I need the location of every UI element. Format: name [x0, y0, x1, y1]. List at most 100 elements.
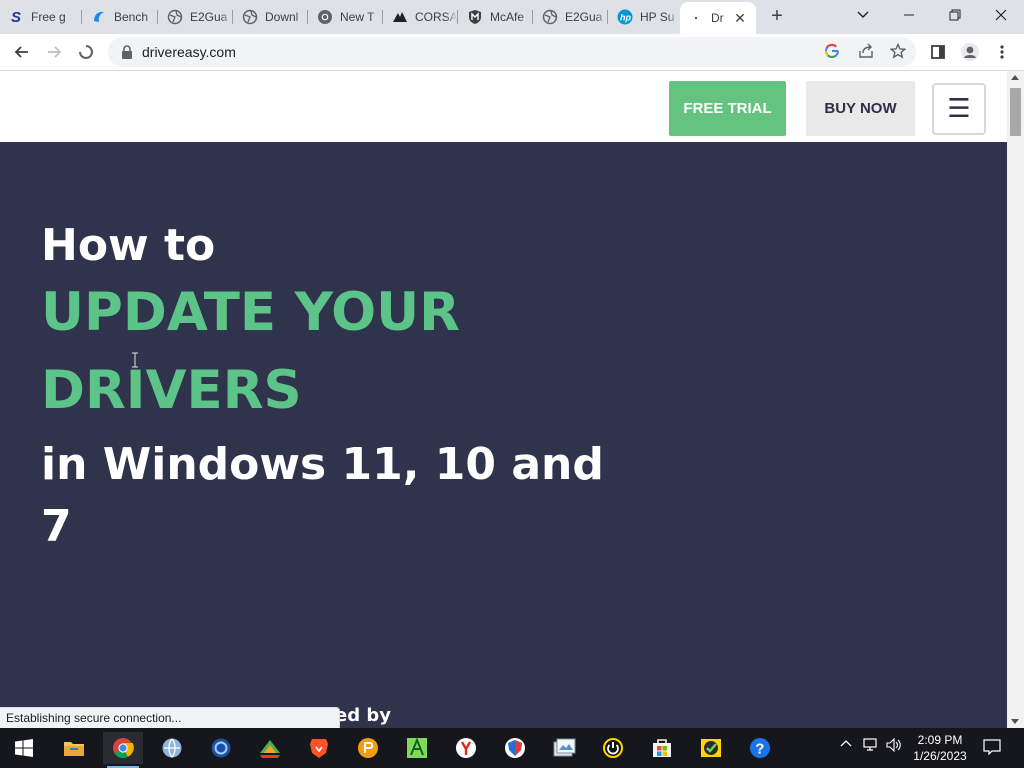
help-icon: ?	[750, 738, 770, 758]
tab-active-drivereasy[interactable]: Dr ✕	[680, 2, 756, 34]
more-vert-icon	[1000, 45, 1004, 59]
taskbar-app-gallery[interactable]	[544, 732, 584, 764]
benchmark-icon	[91, 9, 107, 25]
scroll-up-arrow-icon[interactable]	[1011, 75, 1019, 80]
tab-separator	[81, 10, 82, 24]
clock-date: 1/26/2023	[913, 749, 967, 763]
taskbar-app-globe[interactable]	[152, 732, 192, 764]
yandex-icon	[456, 738, 476, 758]
side-panel-button[interactable]	[925, 39, 951, 65]
arrow-left-icon	[14, 46, 28, 58]
tab-title: E2Gua	[565, 10, 603, 24]
status-bubble: Establishing secure connection...	[0, 707, 340, 728]
tab-title: Dr	[711, 11, 724, 25]
tab-separator	[532, 10, 533, 24]
google-lens-icon[interactable]	[824, 43, 840, 64]
buy-now-button[interactable]: BUY NOW	[806, 81, 915, 136]
taskbar-app-orange[interactable]	[348, 732, 388, 764]
tab-close-icon[interactable]: ✕	[732, 10, 748, 26]
taskbar-chrome[interactable]	[103, 732, 143, 768]
taskbar-microsoft-store[interactable]	[642, 732, 682, 764]
tab-title: Bench	[114, 10, 149, 24]
close-window-button[interactable]	[978, 0, 1024, 30]
hero-subtext-partial: ed by	[335, 705, 391, 726]
hp-icon: hp	[617, 9, 633, 25]
tab-title: CORSA	[415, 10, 458, 24]
windows-taskbar: ? 2:09 PM 1/26/2023	[0, 728, 1024, 768]
chevron-down-icon	[857, 11, 869, 18]
sync-app-icon	[211, 738, 231, 758]
tab-7[interactable]: McAfe	[459, 4, 533, 30]
windows-logo-icon	[15, 739, 33, 757]
taskbar-help[interactable]: ?	[740, 732, 780, 764]
taskbar-yandex[interactable]	[446, 732, 486, 764]
tab-4[interactable]: Downl	[234, 4, 308, 30]
taskbar-file-explorer[interactable]	[54, 732, 94, 764]
url-text: drivereasy.com	[142, 44, 236, 60]
taskbar-app-sync[interactable]	[201, 732, 241, 764]
taskbar-app-power[interactable]	[593, 732, 633, 764]
notifications-icon[interactable]	[983, 739, 1001, 758]
close-icon	[995, 9, 1007, 21]
tab-title: Downl	[265, 10, 299, 24]
tab-5[interactable]: New T	[309, 4, 383, 30]
globe-icon	[542, 9, 558, 25]
hero-section: How to UPDATE YOUR DRIVERS in Windows 11…	[0, 142, 1007, 728]
hamburger-menu-button[interactable]: ☰	[932, 83, 986, 135]
globe-app-icon	[162, 738, 182, 758]
tab-1[interactable]: S Free g	[0, 4, 82, 30]
tab-9[interactable]: hp HP Su	[609, 4, 679, 30]
scroll-down-arrow-icon[interactable]	[1011, 719, 1019, 724]
stop-loading-button[interactable]	[73, 39, 99, 65]
taskbar-brave[interactable]	[299, 732, 339, 764]
chrome-icon	[113, 738, 134, 759]
hero-heading-highlight-2: DRIVERS	[41, 360, 302, 421]
forward-button[interactable]	[41, 39, 67, 65]
tab-8[interactable]: E2Gua	[534, 4, 608, 30]
avatar-icon	[961, 43, 979, 61]
loading-icon	[688, 10, 704, 26]
show-hidden-icons-chevron-icon[interactable]	[840, 738, 852, 753]
tab-separator	[307, 10, 308, 24]
bookmark-star-icon[interactable]	[889, 42, 907, 64]
tab-title: HP Su	[640, 10, 675, 24]
globe-icon	[167, 9, 183, 25]
folder-icon	[64, 742, 84, 756]
scrollbar-thumb[interactable]	[1010, 88, 1021, 136]
free-trial-button[interactable]: FREE TRIAL	[669, 81, 786, 136]
hero-heading-line-5: 7	[41, 501, 72, 552]
lock-icon	[120, 44, 134, 60]
address-bar[interactable]: drivereasy.com	[108, 37, 916, 67]
taskbar-browser-blue[interactable]	[495, 732, 535, 764]
profile-button[interactable]	[957, 39, 983, 65]
globe-icon	[242, 9, 258, 25]
tab-3[interactable]: E2Gua	[159, 4, 233, 30]
tab-title: New T	[340, 10, 375, 24]
new-tab-button[interactable]: +	[766, 6, 788, 28]
power-app-icon	[603, 738, 623, 758]
share-icon[interactable]	[858, 43, 874, 64]
taskbar-driver-easy[interactable]	[691, 732, 731, 764]
taskbar-clock[interactable]: 2:09 PM 1/26/2023	[905, 732, 975, 764]
tab-6[interactable]: CORSA	[384, 4, 458, 30]
tab-separator	[607, 10, 608, 24]
minimize-button[interactable]	[886, 0, 932, 30]
clock-time: 2:09 PM	[917, 733, 963, 747]
corsair-icon	[392, 9, 408, 25]
taskbar-app-green-a[interactable]	[397, 732, 437, 764]
browser-menu-button[interactable]	[989, 39, 1015, 65]
vertical-scrollbar[interactable]	[1007, 71, 1024, 728]
hero-heading-line-4: in Windows 11, 10 and	[41, 439, 604, 490]
volume-icon[interactable]	[886, 737, 902, 755]
svg-text:S: S	[11, 9, 21, 25]
tab-title: McAfe	[490, 10, 525, 24]
start-button[interactable]	[4, 732, 44, 764]
taskbar-app-colorful[interactable]	[250, 732, 290, 764]
tab-2[interactable]: Bench	[83, 4, 158, 30]
hamburger-icon: ☰	[947, 94, 971, 124]
network-icon[interactable]	[863, 738, 879, 755]
tab-search-button[interactable]	[840, 0, 886, 30]
arrow-right-icon	[48, 46, 62, 58]
back-button[interactable]	[9, 39, 35, 65]
restore-button[interactable]	[932, 0, 978, 30]
